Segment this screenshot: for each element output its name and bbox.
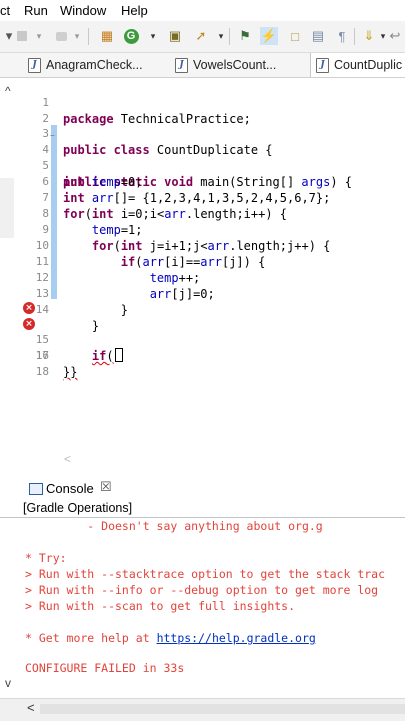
scrollbar-track[interactable]	[40, 704, 405, 714]
back-icon[interactable]: ↩	[386, 27, 404, 45]
code-line: 7 for(int i=0;i<arr.length;i++) {	[0, 174, 405, 221]
console-line: > Run with --scan to get full insights.	[25, 599, 296, 613]
toggle-icon[interactable]: □	[286, 27, 304, 45]
menu-bar: ct Run Window Help	[0, 0, 405, 21]
tab-label: VowelsCount...	[193, 58, 277, 72]
toolbar-separator	[229, 28, 230, 45]
line-text: }}	[63, 365, 78, 379]
menu-window[interactable]: Window	[60, 3, 106, 18]
close-icon[interactable]: ☒	[100, 479, 112, 495]
doc-icon[interactable]: ▤	[309, 27, 327, 45]
console-line: * Try:	[25, 551, 67, 565]
console-line: CONFIGURE FAILED in 33s	[25, 661, 185, 675]
tools-icon[interactable]: ➚	[192, 27, 210, 45]
console-line: > Run with --stacktrace option to get th…	[25, 567, 386, 581]
paragraph-icon[interactable]: ¶	[333, 27, 351, 45]
toolbar-separator	[88, 28, 89, 45]
code-line: 12 arr[j]=0;	[0, 254, 405, 301]
tab-label: CountDuplic	[334, 58, 403, 72]
menu-run[interactable]: Run	[24, 3, 48, 18]
code-line: 4 − public static void main(String[] arg…	[0, 126, 405, 189]
help-link[interactable]: https://help.gradle.org	[157, 631, 316, 645]
code-line: 17	[0, 332, 405, 362]
error-marker-icon[interactable]: ×	[23, 318, 35, 330]
code-line: 13 }	[0, 270, 405, 317]
code-line: 1 package TechnicalPractice;	[0, 79, 405, 126]
console-tab-title[interactable]: Console	[46, 481, 94, 496]
toolbar: ▾ ▾ ▾ ▦ G ▾ ▣ ➚ ▾ ⚑ ⚡ □ ▤ ¶ ⇓ ▾ ↩	[0, 21, 405, 53]
toolbar-separator	[354, 28, 355, 45]
horizontal-scrollbar[interactable]: <	[0, 698, 405, 721]
pin-icon[interactable]: ⚑	[236, 27, 254, 45]
error-marker-icon[interactable]: ×	[23, 302, 35, 314]
highlight-icon[interactable]: ⚡	[260, 27, 278, 45]
console-subtitle: [Gradle Operations]	[23, 501, 133, 515]
menu-project[interactable]: ct	[0, 3, 10, 18]
build-icon[interactable]: ▦	[98, 27, 116, 45]
console-line: - Doesn't say anything about org.g	[25, 519, 323, 533]
run-icon[interactable]: G	[122, 27, 140, 45]
stop-dropdown-icon[interactable]: ▾	[30, 27, 48, 45]
code-line: 9 for(int j=i+1;j<arr.length;j++) {	[0, 206, 405, 253]
java-file-icon: J	[316, 57, 329, 73]
console-icon	[29, 483, 43, 495]
code-line-error: × 16 }}	[0, 316, 405, 379]
code-line: 10 if(arr[i]==arr[j]) {	[0, 222, 405, 269]
code-line: 5 int temp=0;	[0, 142, 405, 189]
console-header: Console ☒	[0, 478, 405, 500]
editor-tabbar: J AnagramCheck... J VowelsCount... J Cou…	[0, 53, 405, 78]
console-line: > Run with --info or --debug option to g…	[25, 583, 379, 597]
code-line: 18	[0, 348, 405, 378]
run-dropdown-icon[interactable]: ▾	[144, 27, 162, 45]
tab-anagram-check[interactable]: J AnagramCheck...	[28, 53, 143, 77]
tab-vowels-count[interactable]: J VowelsCount...	[175, 53, 276, 77]
code-line: 2	[0, 95, 405, 125]
stop-icon[interactable]	[13, 27, 31, 45]
code-editor[interactable]: ^ 1 package TechnicalPractice; 2 3 publi…	[0, 78, 405, 478]
tab-label: AnagramCheck...	[46, 58, 143, 72]
package-icon[interactable]: ▣	[166, 27, 184, 45]
code-line-error: × 15 if(	[0, 300, 405, 363]
java-file-icon: J	[175, 57, 188, 73]
menu-help[interactable]: Help	[121, 3, 148, 18]
console-output[interactable]: - Doesn't say anything about org.g * Try…	[0, 518, 405, 698]
code-line: 3 public class CountDuplicate {	[0, 110, 405, 157]
horizontal-scroll-left[interactable]: <	[64, 452, 71, 466]
scroll-left-arrow[interactable]: <	[27, 700, 35, 715]
code-line: 8 temp=1;	[0, 190, 405, 237]
java-file-icon: J	[28, 57, 41, 73]
disconnect-dropdown-icon[interactable]: ▾	[68, 27, 86, 45]
tools-dropdown-icon[interactable]: ▾	[212, 27, 230, 45]
tab-count-duplicate[interactable]: J CountDuplic	[310, 53, 405, 77]
line-number: 18	[35, 365, 49, 378]
code-line: 6 int arr[]= {1,2,3,4,1,3,5,2,4,5,6,7};	[0, 158, 405, 205]
console-scroll-down-arrow[interactable]: v	[5, 676, 11, 690]
console-line: * Get more help at https://help.gradle.o…	[25, 631, 316, 645]
console-subtitle-bar: [Gradle Operations]	[0, 500, 405, 518]
code-line: 11 temp++;	[0, 238, 405, 285]
